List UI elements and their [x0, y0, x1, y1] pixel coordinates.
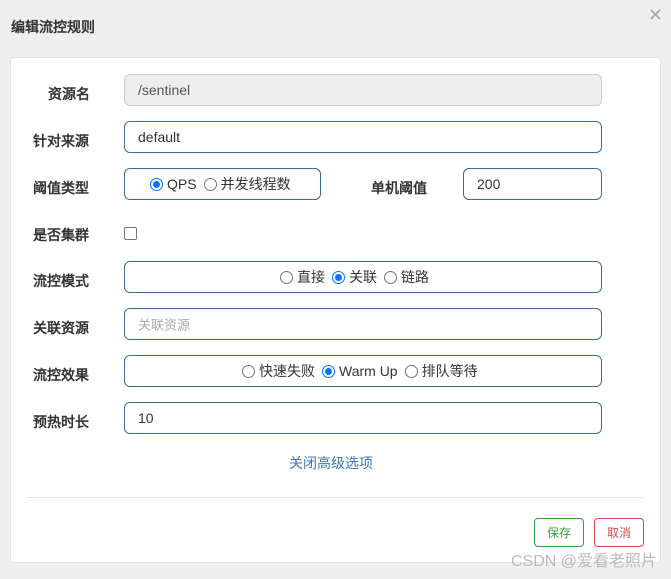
radio-selected-icon[interactable]	[322, 364, 335, 378]
limit-app-label: 针对来源	[33, 133, 89, 149]
threshold-input[interactable]: 200	[463, 168, 602, 200]
strategy-label: 流控模式	[33, 273, 89, 289]
warm-up-input[interactable]: 10	[124, 402, 602, 434]
strategy-option-relate-label: 关联	[349, 269, 377, 285]
strategy-option-chain[interactable]: 链路	[384, 267, 429, 287]
warm-up-value: 10	[138, 410, 154, 426]
grade-option-qps-label: QPS	[167, 176, 197, 192]
radio-icon[interactable]	[242, 364, 255, 378]
resource-input: /sentinel	[124, 74, 602, 106]
resource-value: /sentinel	[138, 82, 191, 98]
strategy-option-direct-label: 直接	[297, 269, 325, 285]
control-behavior-label: 流控效果	[33, 367, 89, 383]
resource-label: 资源名	[48, 86, 90, 102]
radio-selected-icon[interactable]	[332, 270, 345, 284]
grade-option-qps[interactable]: QPS	[150, 176, 197, 192]
divider	[27, 497, 644, 498]
radio-icon[interactable]	[280, 270, 293, 284]
strategy-option-relate[interactable]: 关联	[332, 267, 377, 287]
behavior-option-warm-up[interactable]: Warm Up	[322, 363, 398, 379]
behavior-option-queue-label: 排队等待	[421, 363, 478, 379]
strategy-radio-group: 直接 关联 链路	[124, 261, 602, 293]
cluster-checkbox[interactable]	[124, 227, 137, 240]
grade-label: 阈值类型	[33, 180, 89, 196]
close-icon[interactable]: ✕	[648, 6, 663, 24]
radio-icon[interactable]	[203, 177, 217, 191]
warm-up-label: 预热时长	[33, 414, 89, 430]
grade-radio-group: QPS 并发线程数	[124, 168, 321, 200]
save-button[interactable]: 保存	[534, 518, 584, 547]
ref-resource-placeholder: 关联资源	[138, 317, 191, 333]
grade-option-thread[interactable]: 并发线程数	[203, 174, 291, 194]
strategy-option-chain-label: 链路	[401, 269, 429, 285]
grade-option-thread-label: 并发线程数	[220, 176, 291, 192]
behavior-option-fast-fail[interactable]: 快速失败	[242, 361, 315, 381]
cancel-button[interactable]: 取消	[594, 518, 644, 547]
dialog-title: 编辑流控规则	[11, 19, 95, 35]
strategy-option-direct[interactable]: 直接	[280, 267, 325, 287]
radio-icon[interactable]	[384, 270, 397, 284]
limit-app-input[interactable]: default	[124, 121, 602, 153]
watermark: CSDN @爱看老照片	[510, 553, 657, 570]
ref-resource-label: 关联资源	[33, 320, 89, 336]
ref-resource-input[interactable]: 关联资源	[124, 308, 602, 340]
threshold-label: 单机阈值	[371, 180, 427, 196]
cluster-label: 是否集群	[33, 227, 89, 243]
limit-app-value: default	[138, 129, 181, 145]
radio-icon[interactable]	[404, 364, 418, 378]
dialog-body: 资源名 /sentinel 针对来源 default 阈值类型 QPS 并发线程…	[10, 57, 661, 563]
radio-selected-icon[interactable]	[150, 177, 163, 191]
behavior-option-warm-up-label: Warm Up	[339, 363, 398, 379]
control-behavior-radio-group: 快速失败 Warm Up 排队等待	[124, 355, 602, 387]
behavior-option-queue[interactable]: 排队等待	[404, 361, 478, 381]
behavior-option-fast-fail-label: 快速失败	[259, 363, 315, 379]
toggle-advanced-link[interactable]: 关闭高级选项	[289, 453, 373, 473]
threshold-value: 200	[477, 176, 501, 192]
